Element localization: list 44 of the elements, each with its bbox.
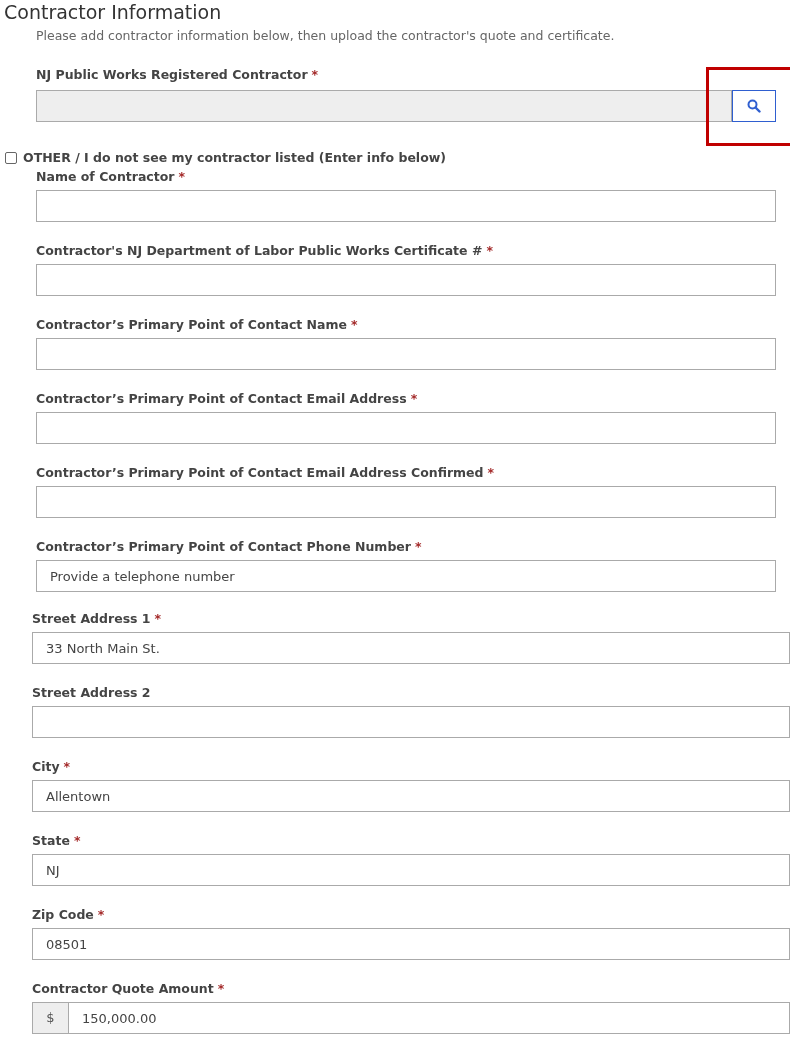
required-marker: * bbox=[63, 758, 71, 776]
required-marker: * bbox=[97, 906, 105, 924]
text-field[interactable] bbox=[32, 706, 790, 738]
field-label: Contractor's NJ Department of Labor Public Works Certificate # bbox=[36, 242, 483, 260]
required-marker: * bbox=[217, 980, 225, 998]
section-title: Contractor Information bbox=[3, 0, 223, 24]
amount-field[interactable]: 150,000.00 bbox=[69, 1002, 790, 1034]
field-label: City bbox=[32, 758, 60, 776]
checkbox[interactable] bbox=[5, 152, 17, 164]
required-marker: * bbox=[487, 464, 495, 482]
field-label: Contractor’s Primary Point of Contact Name bbox=[36, 316, 348, 334]
section-description: Please add contractor information below, then upload the contractor's quote and certificate. bbox=[35, 27, 616, 45]
field-label: NJ Public Works Registered Contractor bbox=[36, 66, 308, 84]
checkbox-label: OTHER / I do not see my contractor listed (Enter info below) bbox=[23, 150, 446, 166]
text-field[interactable] bbox=[36, 264, 776, 296]
required-marker: * bbox=[410, 390, 418, 408]
required-marker: * bbox=[486, 242, 493, 260]
field-label: Name of Contractor bbox=[36, 168, 175, 186]
text-field[interactable]: 08501 bbox=[32, 928, 790, 960]
currency-prefix: $ bbox=[32, 1002, 69, 1034]
text-field[interactable] bbox=[36, 190, 776, 222]
search-button[interactable] bbox=[732, 90, 776, 122]
text-field[interactable]: 33 North Main St. bbox=[32, 632, 790, 664]
field-label: Contractor’s Primary Point of Contact Email Address bbox=[36, 390, 407, 408]
field-label: State bbox=[32, 832, 70, 850]
field-label: Street Address 1 bbox=[32, 610, 151, 628]
text-field[interactable]: Provide a telephone number bbox=[36, 560, 776, 592]
required-marker: * bbox=[415, 538, 422, 556]
required-marker: * bbox=[73, 832, 81, 850]
field-label: Contractor’s Primary Point of Contact Phone Number bbox=[36, 538, 411, 556]
search-icon bbox=[747, 99, 761, 113]
required-marker: * bbox=[351, 316, 358, 334]
field-label: Street Address 2 bbox=[32, 684, 151, 702]
text-field[interactable]: Allentown bbox=[32, 780, 790, 812]
text-field[interactable] bbox=[36, 338, 776, 370]
text-field[interactable] bbox=[36, 412, 776, 444]
text-field[interactable] bbox=[36, 486, 776, 518]
text-field[interactable]: NJ bbox=[32, 854, 790, 886]
field-label: Contractor Quote Amount bbox=[32, 980, 214, 998]
required-marker: * bbox=[178, 168, 186, 186]
field-label: Contractor’s Primary Point of Contact Email Address Confirmed bbox=[36, 464, 484, 482]
field-label: Zip Code bbox=[32, 906, 94, 924]
required-marker: * bbox=[311, 66, 319, 84]
required-marker: * bbox=[154, 610, 162, 628]
